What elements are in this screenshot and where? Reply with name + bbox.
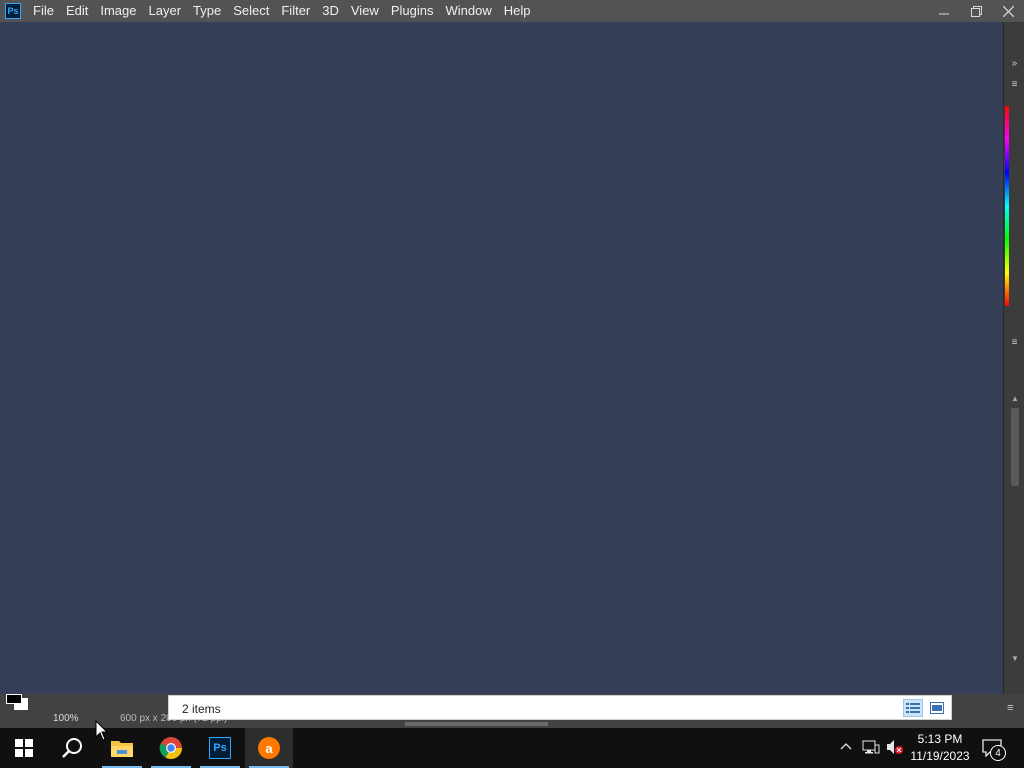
close-icon: [1002, 5, 1014, 17]
large-icons-view-icon: [930, 702, 944, 714]
taskbar-avast[interactable]: a: [245, 728, 293, 768]
notification-count-badge: 4: [990, 745, 1006, 761]
menu-bar: Ps File Edit Image Layer Type Select Fil…: [0, 0, 1024, 22]
horizontal-scrollbar-thumb[interactable]: [405, 722, 548, 726]
right-panel-strip: » ≡ ≡ ▲ ▼: [1003, 22, 1024, 694]
color-spectrum-ramp[interactable]: [1005, 106, 1009, 306]
large-icons-view-button[interactable]: [927, 699, 947, 717]
windows-icon: [15, 739, 33, 757]
clock-date: 11/19/2023: [910, 749, 970, 763]
photoshop-icon: Ps: [209, 737, 231, 759]
window-controls: [928, 0, 1024, 22]
menu-type[interactable]: Type: [187, 0, 227, 22]
menu-3d[interactable]: 3D: [316, 0, 345, 22]
avast-icon: a: [258, 737, 280, 759]
folder-icon: [111, 741, 133, 757]
search-button[interactable]: [48, 728, 96, 768]
panel-menu-icon-3[interactable]: ≡: [1007, 702, 1013, 714]
network-icon[interactable]: [862, 739, 880, 758]
chrome-icon: [159, 737, 182, 759]
panel-menu-icon-2[interactable]: ≡: [1008, 337, 1021, 348]
menu-edit[interactable]: Edit: [60, 0, 94, 22]
details-view-button[interactable]: [903, 699, 923, 717]
scrollbar-thumb[interactable]: [1011, 408, 1019, 486]
search-icon: [62, 738, 82, 758]
explorer-status-strip: 2 items: [168, 695, 952, 720]
panel-menu-icon[interactable]: ≡: [1008, 79, 1021, 90]
scroll-down-icon[interactable]: ▼: [1009, 654, 1021, 663]
details-view-icon: [906, 703, 920, 713]
expand-panels-icon[interactable]: »: [1008, 58, 1021, 69]
volume-muted-icon[interactable]: [886, 739, 904, 758]
minimize-button[interactable]: [928, 0, 960, 22]
menu-help[interactable]: Help: [498, 0, 537, 22]
menu-view[interactable]: View: [345, 0, 385, 22]
foreground-color-swatch[interactable]: [6, 694, 22, 704]
panel-scrollbar[interactable]: ▲ ▼: [1009, 394, 1021, 666]
menu-file[interactable]: File: [27, 0, 60, 22]
minimize-icon: [939, 13, 949, 15]
zoom-level[interactable]: 100%: [53, 713, 79, 724]
show-hidden-icons-icon[interactable]: [840, 739, 852, 756]
system-clock[interactable]: 5:13 PM 11/19/2023: [905, 731, 975, 765]
menu-plugins[interactable]: Plugins: [385, 0, 440, 22]
document-workspace[interactable]: [0, 22, 1003, 694]
restore-button[interactable]: [960, 0, 992, 22]
start-button[interactable]: [0, 728, 48, 768]
items-count: 2 items: [182, 702, 221, 716]
taskbar: Ps a 5:13 PM 11/19/2023 4: [0, 728, 1024, 768]
mouse-cursor-icon: [95, 720, 109, 741]
taskbar-photoshop[interactable]: Ps: [196, 728, 244, 768]
menu-image[interactable]: Image: [94, 0, 142, 22]
scroll-up-icon[interactable]: ▲: [1009, 394, 1021, 403]
clock-time: 5:13 PM: [917, 732, 963, 746]
menu-window[interactable]: Window: [439, 0, 497, 22]
taskbar-chrome[interactable]: [147, 728, 195, 768]
restore-icon: [970, 5, 982, 17]
menu-select[interactable]: Select: [227, 0, 275, 22]
foreground-background-swatches[interactable]: [4, 694, 34, 714]
photoshop-logo-icon[interactable]: Ps: [5, 3, 21, 19]
close-button[interactable]: [992, 0, 1024, 22]
menu-layer[interactable]: Layer: [143, 0, 188, 22]
menu-filter[interactable]: Filter: [275, 0, 316, 22]
